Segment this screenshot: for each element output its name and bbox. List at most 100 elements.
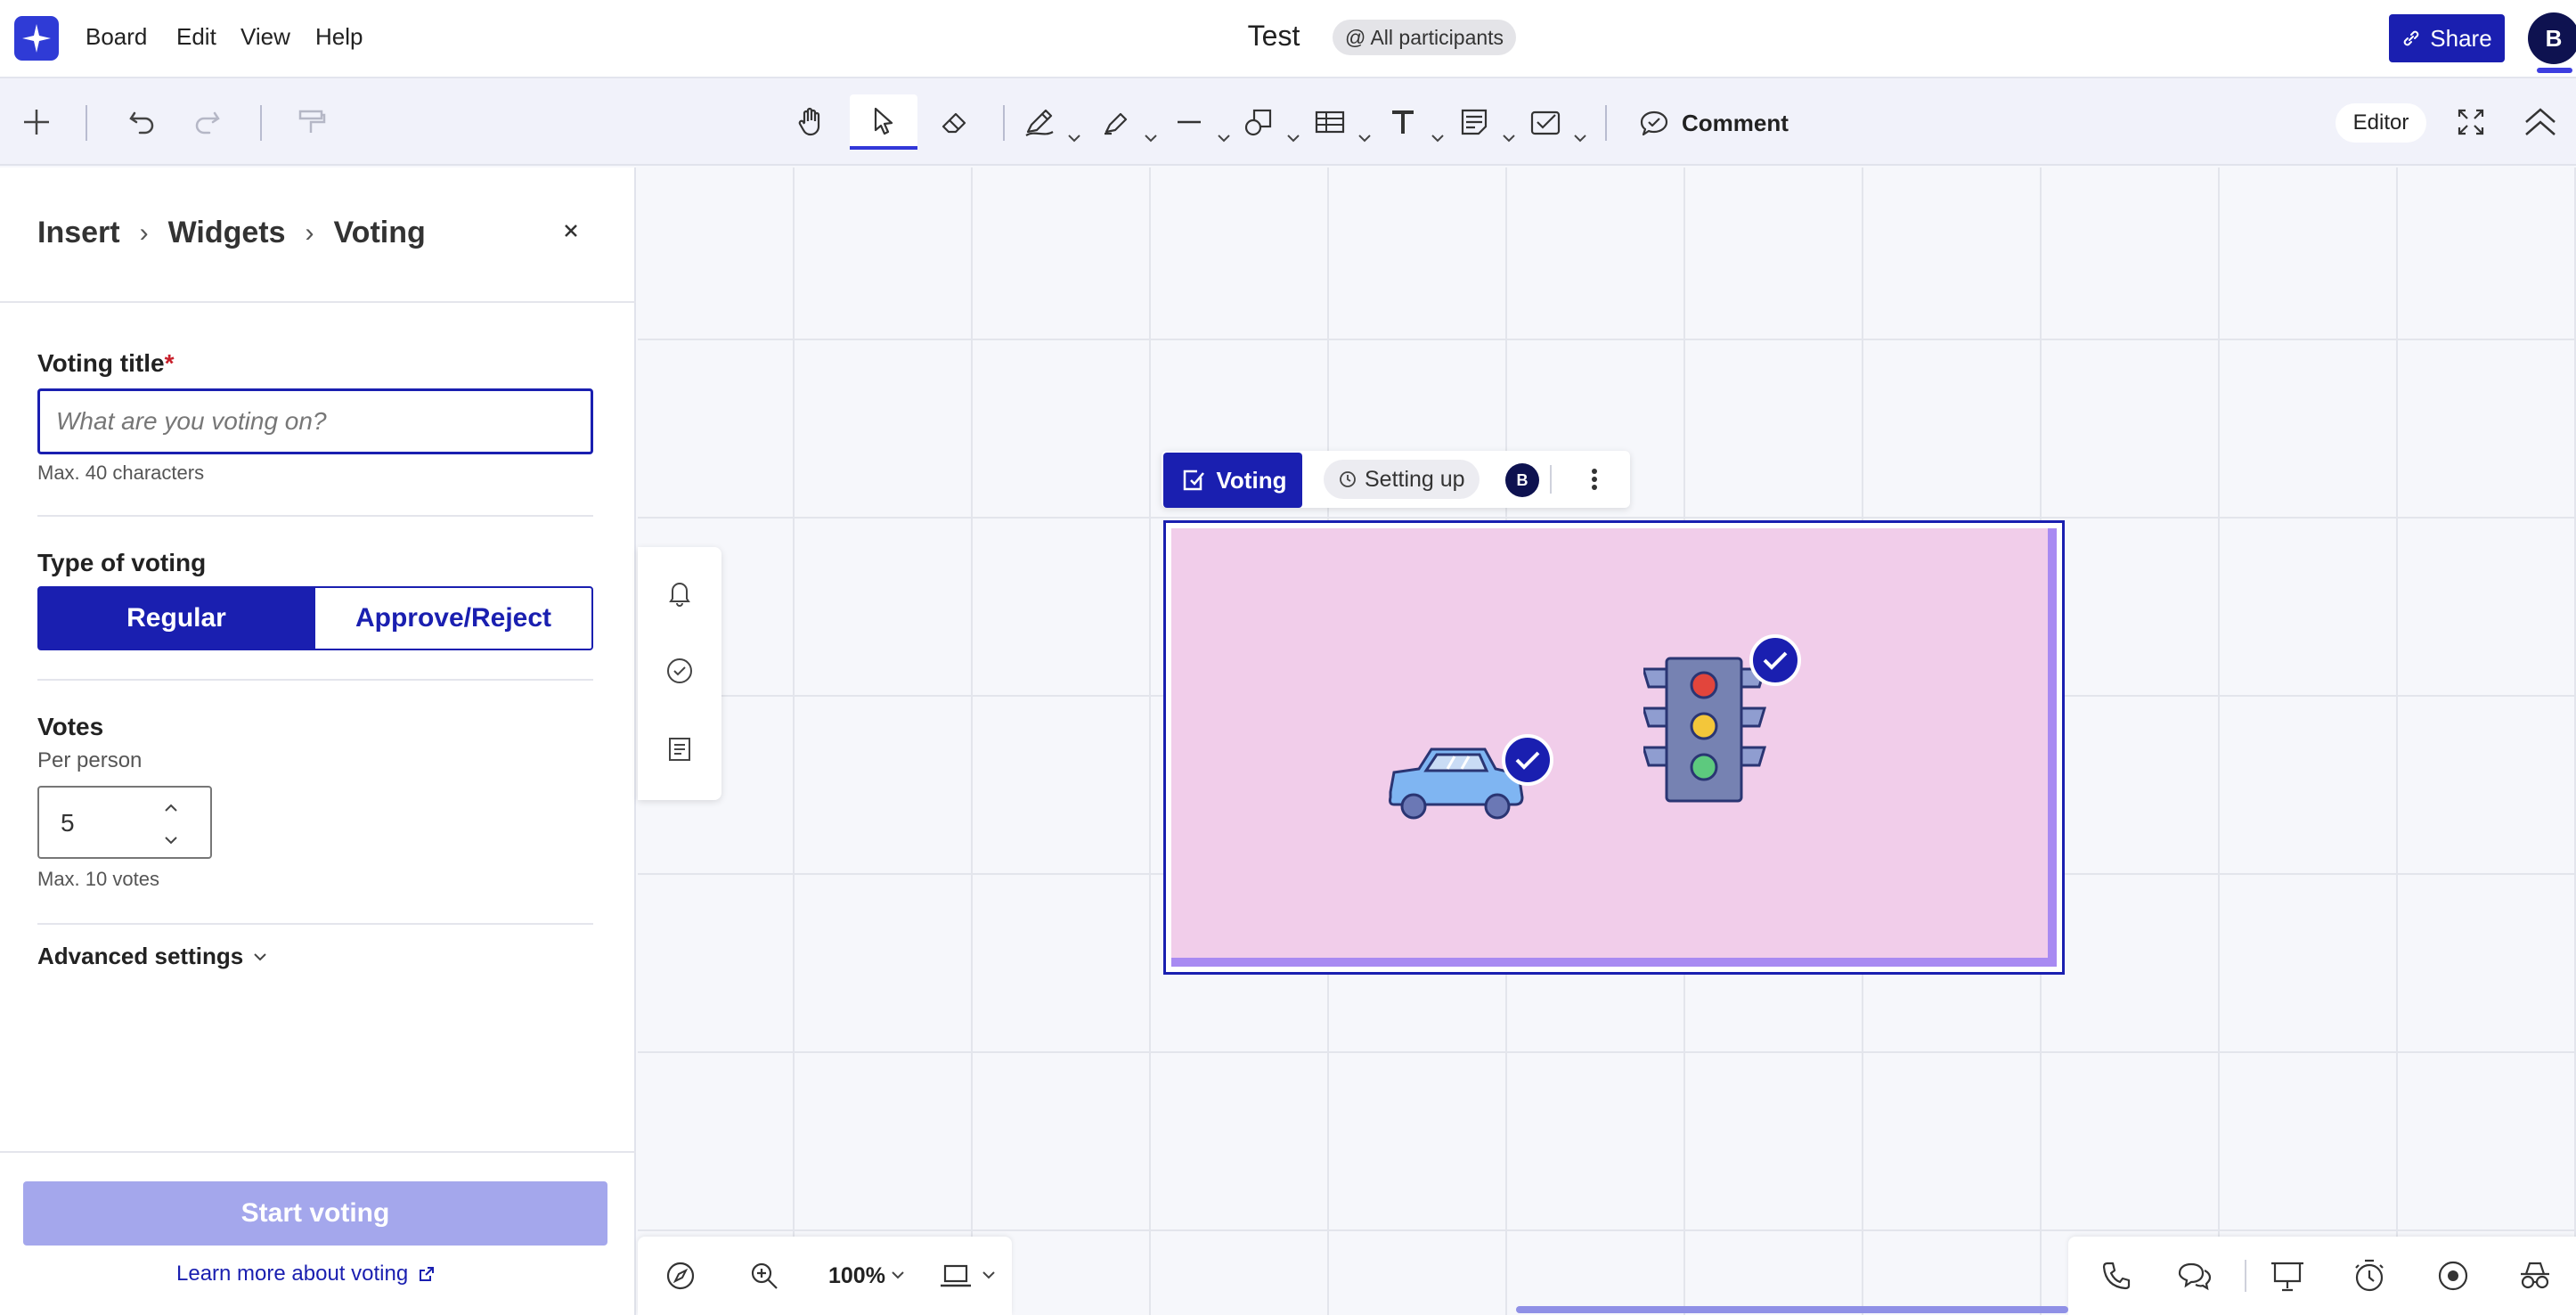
collapse-toolbar-button[interactable]: [2521, 94, 2560, 150]
breadcrumb-insert[interactable]: Insert: [37, 216, 120, 250]
zoom-level[interactable]: 100%: [828, 1263, 885, 1289]
voting-type-regular[interactable]: Regular: [37, 586, 315, 650]
voting-type-approve-reject[interactable]: Approve/Reject: [314, 586, 593, 650]
device-view-button[interactable]: [939, 1260, 973, 1292]
laptop-icon: [941, 1264, 971, 1287]
voting-title-label-text: Voting title: [37, 349, 165, 377]
pen-tool[interactable]: [1023, 94, 1085, 150]
clock-icon: [1340, 471, 1356, 487]
share-button[interactable]: Share: [2389, 14, 2505, 62]
eraser-icon: [942, 112, 966, 134]
format-painter-icon: [298, 110, 326, 133]
learn-more-link[interactable]: Learn more about voting: [176, 1262, 436, 1286]
redo-button[interactable]: [185, 94, 230, 150]
canvas-side-toolbar: [638, 547, 721, 800]
line-icon: [1178, 120, 1201, 124]
menu-edit[interactable]: Edit: [176, 23, 216, 51]
private-mode-button[interactable]: [2515, 1256, 2555, 1295]
vote-check-icon[interactable]: [1501, 733, 1554, 787]
start-voting-button[interactable]: Start voting: [23, 1181, 607, 1246]
table-tool[interactable]: [1313, 94, 1375, 150]
select-tool[interactable]: [850, 94, 917, 150]
checklist-tool[interactable]: [1528, 94, 1591, 150]
close-panel-button[interactable]: [558, 217, 584, 244]
highlighter-icon: [1105, 112, 1128, 135]
presentation-button[interactable]: [2268, 1256, 2307, 1295]
breadcrumb-separator: ›: [139, 217, 149, 248]
check-button[interactable]: [664, 656, 695, 686]
widget-toolbar-divider: [1550, 465, 1552, 494]
call-button[interactable]: [2097, 1256, 2136, 1295]
voting-title-input[interactable]: [37, 388, 593, 454]
votes-value[interactable]: 5: [61, 809, 75, 837]
decrement-button[interactable]: [144, 827, 198, 854]
board-title[interactable]: Test: [1194, 20, 1354, 53]
votes-label: Votes: [37, 713, 104, 740]
zoom-in-button[interactable]: [748, 1260, 780, 1292]
chat-button[interactable]: [2175, 1256, 2214, 1295]
highlighter-tool[interactable]: [1099, 94, 1162, 150]
required-asterisk: *: [164, 349, 175, 377]
comment-button[interactable]: Comment: [1639, 98, 1789, 148]
chevron-down-icon[interactable]: [891, 1270, 905, 1279]
main-toolbar: Comment: [0, 78, 2576, 166]
app-logo[interactable]: [14, 16, 59, 61]
learn-more-label: Learn more about voting: [176, 1262, 409, 1286]
eraser-tool[interactable]: [932, 94, 978, 150]
record-button[interactable]: [2433, 1256, 2473, 1295]
line-tool[interactable]: [1172, 94, 1235, 150]
voting-status-label: Setting up: [1365, 466, 1465, 492]
zoom-in-icon: [751, 1262, 778, 1289]
shapes-tool[interactable]: [1242, 94, 1304, 150]
voting-widget-toolbar: Voting Setting up B: [1162, 451, 1630, 508]
breadcrumb: Insert › Widgets › Voting: [37, 216, 426, 250]
editor-role-badge[interactable]: Editor: [2336, 103, 2426, 143]
advanced-settings-toggle[interactable]: Advanced settings: [37, 943, 268, 970]
text-tool[interactable]: [1386, 94, 1448, 150]
sticky-note-icon: [1461, 109, 1488, 135]
chevron-down-icon: [1068, 135, 1080, 143]
collaboration-toolbar: [2068, 1237, 2576, 1315]
undo-icon: [129, 111, 154, 135]
comment-icon: [1640, 110, 1668, 136]
voting-widget-button[interactable]: Voting: [1163, 453, 1302, 508]
collapse-icon: [2525, 108, 2556, 135]
notes-button[interactable]: [664, 734, 695, 764]
shapes-icon: [1244, 109, 1272, 136]
hand-tool[interactable]: [787, 94, 834, 150]
voting-area[interactable]: [1171, 528, 2057, 967]
check-circle-icon: [667, 658, 692, 683]
voting-settings-panel: Insert › Widgets › Voting Voting title* …: [0, 167, 636, 1315]
add-button[interactable]: [14, 94, 59, 150]
chevron-down-icon: [1574, 135, 1586, 143]
notifications-button[interactable]: [664, 577, 695, 608]
chevron-down-icon: [165, 837, 177, 845]
close-icon: [565, 225, 577, 237]
plus-icon: [24, 110, 49, 135]
user-avatar[interactable]: B: [2528, 12, 2576, 64]
voting-area-frame[interactable]: [1163, 520, 2065, 975]
incognito-icon: [2521, 1262, 2549, 1289]
voting-title-label: Voting title*: [37, 349, 174, 378]
increment-button[interactable]: [144, 795, 198, 821]
link-icon: [2404, 30, 2419, 46]
chevron-down-icon[interactable]: [982, 1270, 996, 1279]
avatar-indicator: [2537, 68, 2572, 73]
breadcrumb-widgets[interactable]: Widgets: [168, 216, 286, 250]
navigator-button[interactable]: [664, 1260, 697, 1292]
horizontal-scrollbar[interactable]: [1516, 1306, 2068, 1313]
sticky-note-tool[interactable]: [1457, 94, 1520, 150]
widget-more-button[interactable]: [1577, 461, 1612, 497]
fullscreen-button[interactable]: [2451, 94, 2490, 150]
votes-per-person-stepper[interactable]: 5: [37, 786, 212, 859]
voting-widget-label: Voting: [1216, 466, 1287, 494]
timer-button[interactable]: [2350, 1256, 2389, 1295]
menu-board[interactable]: Board: [86, 23, 147, 51]
vote-check-icon[interactable]: [1749, 633, 1802, 687]
format-painter-button[interactable]: [289, 94, 333, 150]
chevron-down-icon: [1218, 135, 1230, 143]
menu-help[interactable]: Help: [315, 23, 363, 51]
participants-badge[interactable]: @ All participants: [1333, 20, 1517, 55]
menu-view[interactable]: View: [240, 23, 290, 51]
undo-button[interactable]: [119, 94, 164, 150]
